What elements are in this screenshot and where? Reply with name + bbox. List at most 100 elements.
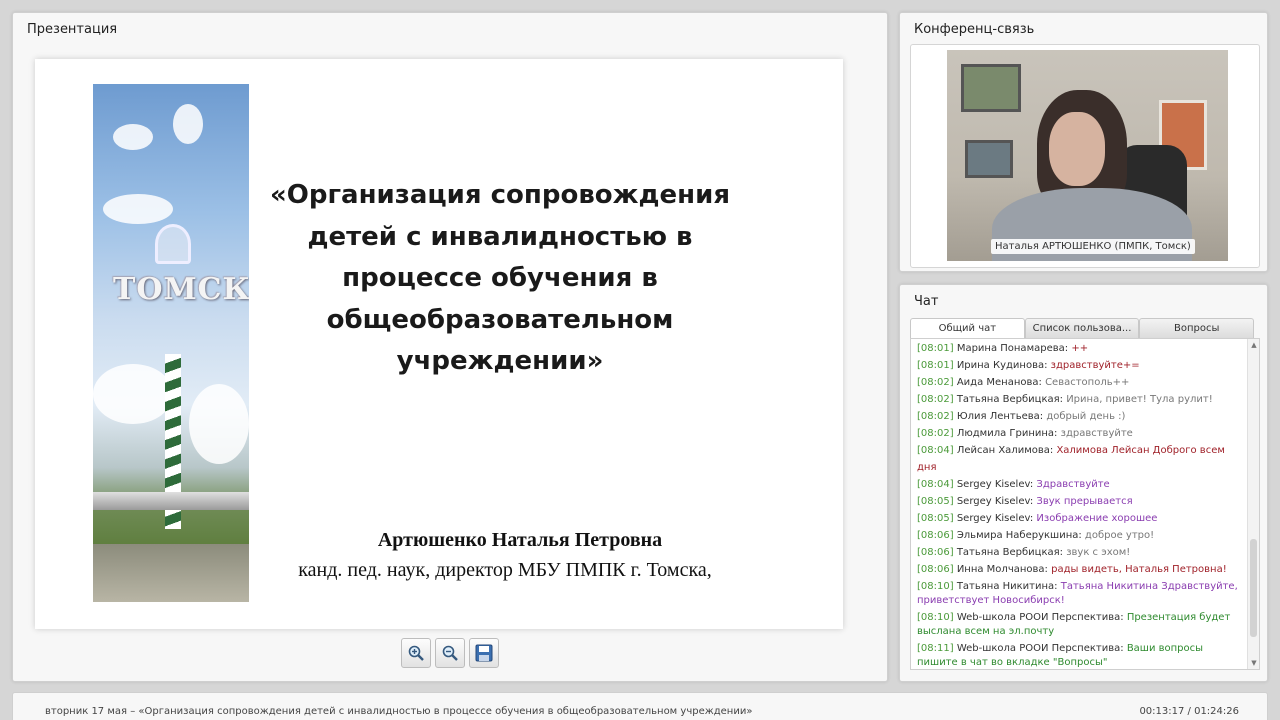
speaker-video[interactable]: Наталья АРТЮШЕНКО (ПМПК, Томск) — [947, 50, 1228, 261]
chat-message-text: Ирина, привет! Тула рулит! — [1066, 394, 1213, 405]
speaker-name-caption: Наталья АРТЮШЕНКО (ПМПК, Томск) — [991, 239, 1195, 254]
chat-message-time: [08:06] — [917, 564, 954, 575]
chat-message-time: [08:05] — [917, 513, 954, 524]
chat-message-time: [08:02] — [917, 394, 954, 405]
cloud — [189, 384, 249, 464]
footer-session-title: вторник 17 мая – «Организация сопровожде… — [45, 706, 753, 717]
video-frame: Наталья АРТЮШЕНКО (ПМПК, Томск) — [910, 44, 1260, 268]
chat-message: [08:04] Лейсан Халимова: Халимова Лейсан… — [917, 442, 1245, 476]
chat-message-list[interactable]: [08:01] Марина Понамарева: ++ [08:01] Ири… — [910, 338, 1260, 670]
conference-panel: Конференц-связь Наталья АРТЮШЕНКО (ПМПК,… — [899, 12, 1268, 272]
tab-user-list[interactable]: Список пользова... — [1024, 318, 1140, 338]
zoom-out-icon — [442, 645, 458, 661]
chat-message-text: доброе утро! — [1084, 530, 1155, 541]
save-icon — [475, 644, 493, 662]
chat-message-text: Здравствуйте — [1036, 479, 1110, 490]
chat-message-user: Татьяна Вербицкая: — [956, 547, 1064, 558]
conference-title: Конференц-связь — [914, 22, 1035, 37]
chat-message-text: Изображение хорошее — [1036, 513, 1158, 524]
chat-message: [08:10] Татьяна Никитина: Татьяна Никити… — [917, 578, 1245, 609]
zoom-out-button[interactable] — [435, 638, 465, 668]
chat-message-text: Севастополь++ — [1045, 377, 1130, 388]
chat-message-time: [08:04] — [917, 479, 954, 490]
crown-ornament — [155, 224, 191, 264]
save-button[interactable] — [469, 638, 499, 668]
chat-messages: [08:01] Марина Понамарева: ++ [08:01] Ири… — [911, 339, 1245, 669]
chat-message-user: Эльмира Наберукшина: — [956, 530, 1082, 541]
chat-message-time: [08:05] — [917, 496, 954, 507]
scroll-down-icon[interactable]: ▼ — [1249, 658, 1259, 668]
chat-scroll-thumb[interactable] — [1250, 539, 1257, 637]
chat-message-time: [08:06] — [917, 547, 954, 558]
cloud — [103, 194, 173, 224]
cloud — [93, 364, 173, 424]
speaker-face — [1049, 112, 1105, 186]
chat-message-user: Web-школа РООИ Перспектива: — [956, 643, 1124, 654]
chat-message: [08:04] Sergey Kiselev: Здравствуйте — [917, 476, 1245, 493]
zoom-in-button[interactable] — [401, 638, 431, 668]
zoom-in-icon — [408, 645, 424, 661]
chat-message-text: Звук прерывается — [1036, 496, 1133, 507]
chat-message: [08:05] Sergey Kiselev: Звук прерывается — [917, 493, 1245, 510]
chat-message-user: Sergey Kiselev: — [956, 513, 1034, 524]
chat-title: Чат — [914, 294, 939, 309]
tab-general-chat[interactable]: Общий чат — [910, 318, 1025, 338]
wall-picture — [965, 140, 1013, 178]
chat-message-time: [08:10] — [917, 581, 954, 592]
chat-message-user: Татьяна Никитина: — [956, 581, 1058, 592]
chat-message-user: Аида Менанова: — [956, 377, 1042, 388]
chat-message-text: звук с эхом! — [1066, 547, 1131, 558]
chat-message: [08:06] Татьяна Вербицкая: звук с эхом! — [917, 544, 1245, 561]
chat-message-time: [08:02] — [917, 411, 954, 422]
chat-message-user: Ирина Кудинова: — [956, 360, 1048, 371]
chat-message-text: здравствуйте+= — [1050, 360, 1140, 371]
chat-message-user: Людмила Гринина: — [956, 428, 1058, 439]
chat-message-user: Лейсан Халимова: — [956, 445, 1054, 456]
scroll-up-icon[interactable]: ▲ — [1249, 340, 1259, 350]
chat-scrollbar[interactable]: ▲ ▼ — [1247, 339, 1259, 669]
presentation-toolbar — [401, 638, 499, 668]
presentation-panel: Презентация ТОМСК «Организация сопровожд… — [12, 12, 888, 682]
slide-author-position: канд. пед. наук, директор МБУ ПМПК г. То… — [298, 559, 712, 581]
chat-message: [08:02] Аида Менанова: Севастополь++ — [917, 374, 1245, 391]
player-footer: вторник 17 мая – «Организация сопровожде… — [12, 692, 1268, 720]
tab-questions[interactable]: Вопросы — [1139, 318, 1255, 338]
chat-message-time: [08:01] — [917, 360, 954, 371]
cloud — [113, 124, 153, 150]
chat-message-user: Татьяна Вербицкая: — [956, 394, 1064, 405]
footer-playback-time: 00:13:17 / 01:24:26 — [1139, 706, 1239, 717]
chat-message-time: [08:11] — [917, 643, 954, 654]
chat-message-user: Марина Понамарева: — [956, 343, 1069, 354]
chat-message: [08:05] Sergey Kiselev: Изображение хоро… — [917, 510, 1245, 527]
chat-message: [08:02] Татьяна Вербицкая: Ирина, привет… — [917, 391, 1245, 408]
chat-message-user: Sergey Kiselev: — [956, 496, 1034, 507]
presentation-slide: ТОМСК «Организация сопровождения детей с… — [35, 59, 843, 629]
chat-message-time: [08:06] — [917, 530, 954, 541]
chat-message-text: ++ — [1071, 343, 1089, 354]
chat-message-time: [08:10] — [917, 612, 954, 623]
chat-message-user: Инна Молчанова: — [956, 564, 1048, 575]
chat-message: [08:06] Эльмира Наберукшина: доброе утро… — [917, 527, 1245, 544]
road — [93, 544, 249, 602]
chat-message-time: [08:02] — [917, 377, 954, 388]
chat-message-user: Web-школа РООИ Перспектива: — [956, 612, 1124, 623]
chat-message-text: добрый день :) — [1046, 411, 1126, 422]
chat-message: [08:10] Web-школа РООИ Перспектива: През… — [917, 609, 1245, 640]
wall-picture — [961, 64, 1021, 112]
chat-message: [08:02] Людмила Гринина: здравствуйте — [917, 425, 1245, 442]
chat-message-time: [08:01] — [917, 343, 954, 354]
slide-title: «Организация сопровождения детей с инвал… — [269, 180, 731, 376]
cloud — [173, 104, 203, 144]
chat-message: [08:02] Юлия Лентьева: добрый день :) — [917, 408, 1245, 425]
chat-message: [08:06] Инна Молчанова: рады видеть, Нат… — [917, 561, 1245, 578]
chat-tabs: Общий чат Список пользова... Вопросы — [910, 318, 1255, 338]
presentation-title: Презентация — [27, 22, 118, 37]
road-rail — [93, 492, 249, 510]
slide-sign-text: ТОМСК — [113, 272, 249, 307]
chat-message-time: [08:04] — [917, 445, 954, 456]
chat-message-user: Sergey Kiselev: — [956, 479, 1034, 490]
slide-photo: ТОМСК — [93, 84, 249, 602]
chat-message-time: [08:02] — [917, 428, 954, 439]
chat-panel: Чат Общий чат Список пользова... Вопросы… — [899, 284, 1268, 682]
chat-message-text: здравствуйте — [1060, 428, 1133, 439]
